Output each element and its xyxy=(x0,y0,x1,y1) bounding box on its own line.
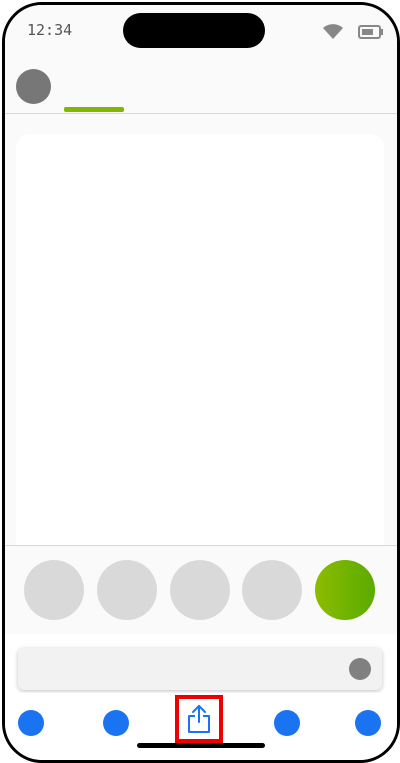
battery-icon xyxy=(358,25,383,39)
content-card xyxy=(16,134,384,564)
dynamic-island xyxy=(123,13,265,48)
filter-option-2[interactable] xyxy=(97,560,157,620)
top-bar xyxy=(5,57,397,114)
active-tab-indicator[interactable] xyxy=(64,107,124,112)
status-time: 12:34 xyxy=(27,21,73,39)
share-button[interactable] xyxy=(175,695,223,743)
nav-item-2[interactable] xyxy=(103,710,129,736)
filter-strip xyxy=(5,545,397,634)
wifi-icon xyxy=(323,24,343,39)
phone-frame: 12:34 xyxy=(2,2,400,763)
status-bar: 12:34 xyxy=(5,5,397,57)
nav-item-5[interactable] xyxy=(355,710,381,736)
input-bar xyxy=(18,648,382,690)
filter-option-3[interactable] xyxy=(170,560,230,620)
bottom-nav xyxy=(5,693,397,760)
input-action-button[interactable] xyxy=(349,658,371,680)
avatar[interactable] xyxy=(16,69,51,104)
home-indicator[interactable] xyxy=(137,743,265,748)
text-input[interactable] xyxy=(18,648,338,690)
nav-item-1[interactable] xyxy=(18,710,44,736)
share-icon xyxy=(188,705,210,733)
filter-option-4[interactable] xyxy=(242,560,302,620)
nav-item-4[interactable] xyxy=(274,710,300,736)
main-area xyxy=(5,114,397,564)
filter-option-5-selected[interactable] xyxy=(315,560,375,620)
filter-option-1[interactable] xyxy=(24,560,84,620)
